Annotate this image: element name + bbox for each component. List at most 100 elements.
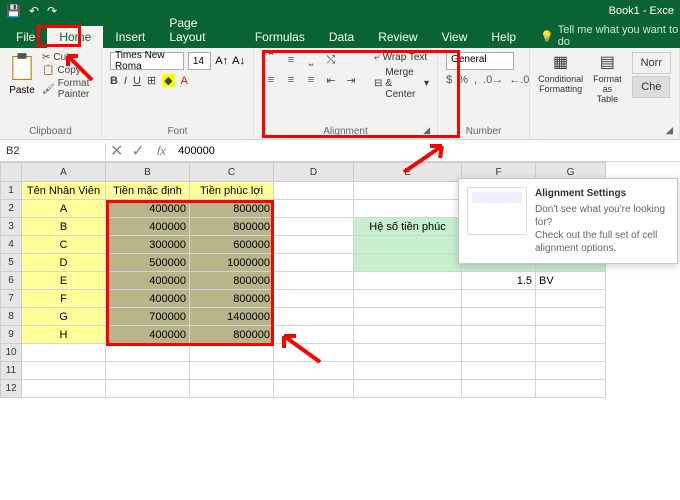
align-middle-button[interactable]: ≡: [282, 52, 300, 68]
tab-page-layout[interactable]: Page Layout: [157, 12, 242, 48]
cell[interactable]: A: [22, 200, 106, 218]
tab-help[interactable]: Help: [479, 26, 528, 48]
cell[interactable]: 400000: [106, 218, 190, 236]
row-header[interactable]: 2: [0, 200, 22, 218]
orientation-button[interactable]: ⤭: [322, 52, 340, 68]
cell[interactable]: [190, 380, 274, 398]
col-header[interactable]: B: [106, 162, 190, 182]
cell[interactable]: Hệ số tiền phúc: [354, 218, 462, 236]
indent-decrease-button[interactable]: ⇤: [322, 72, 340, 88]
col-header[interactable]: D: [274, 162, 354, 182]
conditional-formatting-button[interactable]: ▦Conditional Formatting: [538, 52, 583, 104]
cell[interactable]: 600000: [190, 236, 274, 254]
cell[interactable]: 1400000: [190, 308, 274, 326]
increase-font-icon[interactable]: A↑: [215, 55, 228, 67]
cell[interactable]: [274, 254, 354, 272]
copy-button[interactable]: 📋 Copy: [42, 65, 93, 76]
align-top-button[interactable]: ⎴: [262, 52, 280, 68]
tab-home[interactable]: Home: [47, 26, 103, 48]
cell[interactable]: [462, 380, 536, 398]
cut-button[interactable]: ✂ Cut: [42, 52, 93, 63]
fx-icon[interactable]: fx: [149, 144, 174, 158]
row-header[interactable]: 1: [0, 182, 22, 200]
cell[interactable]: [462, 326, 536, 344]
row-header[interactable]: 11: [0, 362, 22, 380]
col-header[interactable]: E: [354, 162, 462, 182]
align-left-button[interactable]: ≡: [262, 72, 280, 88]
cell[interactable]: [354, 326, 462, 344]
decrease-font-icon[interactable]: A↓: [232, 55, 245, 67]
cell[interactable]: [354, 308, 462, 326]
cell[interactable]: [22, 362, 106, 380]
cell[interactable]: Tên Nhân Viên: [22, 182, 106, 200]
border-button[interactable]: ⊞: [147, 74, 156, 87]
fill-color-button[interactable]: ◆: [162, 74, 174, 87]
cell[interactable]: [274, 272, 354, 290]
cell[interactable]: [354, 362, 462, 380]
italic-button[interactable]: I: [124, 75, 127, 87]
format-as-table-button[interactable]: ▤Format as Table: [593, 52, 622, 104]
cell[interactable]: [274, 362, 354, 380]
cell-styles[interactable]: Norr Che: [632, 52, 671, 104]
tab-formulas[interactable]: Formulas: [243, 26, 317, 48]
cell[interactable]: [274, 380, 354, 398]
row-header[interactable]: 6: [0, 272, 22, 290]
cell[interactable]: E: [22, 272, 106, 290]
cell[interactable]: 800000: [190, 200, 274, 218]
alignment-launcher-icon[interactable]: ◢: [423, 125, 435, 137]
cell[interactable]: F: [22, 290, 106, 308]
number-format-select[interactable]: General: [446, 52, 514, 70]
cell[interactable]: [274, 308, 354, 326]
font-color-button[interactable]: A: [181, 75, 188, 87]
underline-button[interactable]: U: [133, 75, 141, 87]
currency-button[interactable]: $: [446, 74, 452, 86]
cell[interactable]: [354, 344, 462, 362]
row-header[interactable]: 4: [0, 236, 22, 254]
row-header[interactable]: 5: [0, 254, 22, 272]
cell[interactable]: [462, 308, 536, 326]
merge-center-button[interactable]: ⊟ Merge & Center ▾: [374, 67, 429, 100]
row-header[interactable]: 9: [0, 326, 22, 344]
cell[interactable]: 800000: [190, 290, 274, 308]
cell[interactable]: 1000000: [190, 254, 274, 272]
number-launcher-icon[interactable]: ◢: [666, 125, 678, 137]
cell[interactable]: H: [22, 326, 106, 344]
font-name-select[interactable]: Times New Roma: [110, 52, 184, 70]
row-header[interactable]: 10: [0, 344, 22, 362]
cell[interactable]: [190, 344, 274, 362]
cell[interactable]: [536, 362, 606, 380]
cell[interactable]: [274, 200, 354, 218]
align-right-button[interactable]: ≡: [302, 72, 320, 88]
tell-me[interactable]: 💡 Tell me what you want to do: [540, 24, 680, 48]
cell[interactable]: 800000: [190, 326, 274, 344]
cell[interactable]: [354, 182, 462, 200]
enter-icon[interactable]: ✓: [127, 141, 148, 161]
row-header[interactable]: 8: [0, 308, 22, 326]
tab-data[interactable]: Data: [317, 26, 366, 48]
paste-button[interactable]: Paste: [8, 52, 36, 96]
cell[interactable]: [536, 290, 606, 308]
cell[interactable]: [536, 344, 606, 362]
cell[interactable]: C: [22, 236, 106, 254]
cell[interactable]: [106, 362, 190, 380]
increase-decimal-button[interactable]: .0→: [483, 74, 503, 86]
cell[interactable]: 800000: [190, 272, 274, 290]
cell[interactable]: [274, 344, 354, 362]
cell[interactable]: 400000: [106, 290, 190, 308]
cancel-icon[interactable]: ✕: [106, 141, 127, 161]
row-header[interactable]: 12: [0, 380, 22, 398]
name-box[interactable]: B2: [0, 143, 106, 159]
cell[interactable]: [462, 290, 536, 308]
cell[interactable]: Tiền mặc định: [106, 182, 190, 200]
cell[interactable]: [354, 380, 462, 398]
cell[interactable]: [274, 290, 354, 308]
cell[interactable]: [106, 380, 190, 398]
col-header[interactable]: C: [190, 162, 274, 182]
cell[interactable]: [354, 290, 462, 308]
cell[interactable]: [536, 308, 606, 326]
format-painter-button[interactable]: 🖌 Format Painter: [42, 78, 93, 100]
align-center-button[interactable]: ≡: [282, 72, 300, 88]
cell[interactable]: 500000: [106, 254, 190, 272]
cell[interactable]: [354, 236, 462, 254]
tab-review[interactable]: Review: [366, 26, 429, 48]
